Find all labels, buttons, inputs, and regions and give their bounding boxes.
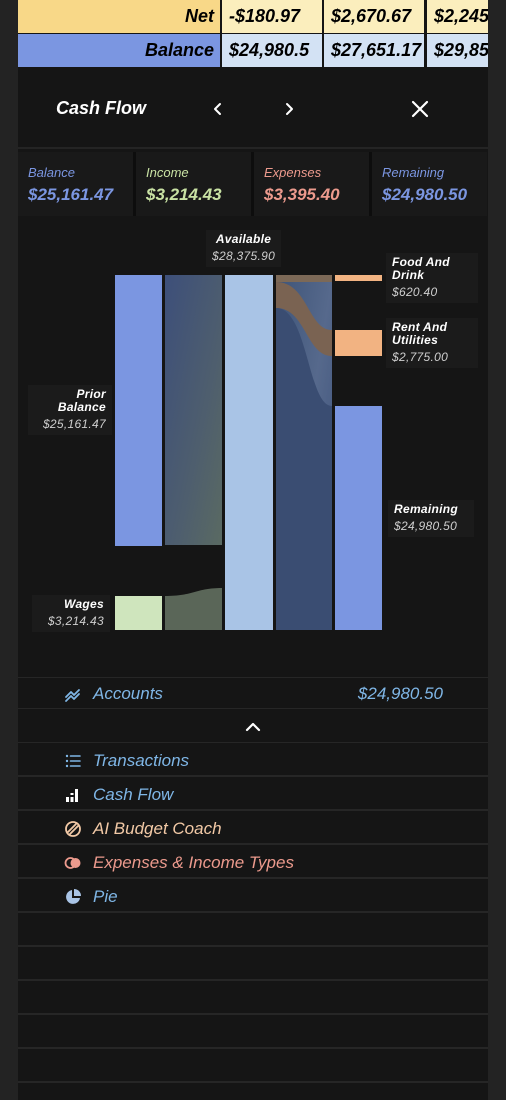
balance-value-1: $24,980.5 [222,34,322,67]
wages-node [115,596,162,630]
wages-name: Wages [64,597,104,611]
types-icon [64,857,81,869]
menu-item-label: AI Budget Coach [93,819,222,838]
menu-item-label: Transactions [93,751,190,770]
prior-balance-name: Prior Balance [57,387,106,414]
accounts-label: Accounts [93,684,163,703]
food-amount: $620.40 [392,285,438,299]
empty-row [18,1017,488,1049]
prior-balance-flow [165,275,222,545]
prior-balance-node [115,275,162,546]
menu-item-transactions[interactable]: Transactions [18,745,488,777]
remaining-summary: Remaining $24,980.50 [372,152,487,216]
income-summary: Income $3,214.43 [136,152,251,216]
rent-node [335,330,382,356]
rent-name: Rent And Utilities [392,320,448,347]
chevron-right-icon [286,103,293,115]
coach-icon [65,821,81,837]
remaining-summary-label: Remaining [382,165,445,180]
menu-item-expenses-income-types[interactable]: Expenses & Income Types [18,847,488,879]
accounts-value: $24,980.50 [357,684,443,703]
income-summary-label: Income [146,165,189,180]
empty-row [18,1085,488,1100]
empty-row [18,949,488,981]
close-button[interactable] [404,93,436,125]
net-value-3: $2,245 [427,0,488,33]
food-name: Food And Drink [392,255,450,282]
remaining-name: Remaining [394,502,459,516]
balance-summary-label: Balance [28,165,75,180]
available-label: Available $28,375.90 [206,230,282,267]
summary-row: Balance $25,161.47 Income $3,214.43 Expe… [18,152,488,216]
available-amount: $28,375.90 [212,249,276,263]
remaining-summary-value: $24,980.50 [382,185,468,204]
rent-label: Rent And Utilities $2,775.00 [386,318,478,368]
empty-row [18,915,488,947]
empty-row [18,1051,488,1083]
menu-item-cash-flow[interactable]: Cash Flow [18,779,488,811]
remaining-node [335,406,382,630]
net-value-1: -$180.97 [222,0,322,33]
balance-summary: Balance $25,161.47 [18,152,133,216]
food-label: Food And Drink $620.40 [386,253,478,303]
wages-label: Wages $3,214.43 [32,595,110,632]
chevron-left-icon [214,103,221,115]
chevron-up-icon [245,722,261,732]
cash-flow-icon [66,789,78,802]
prior-balance-label: Prior Balance $25,161.47 [28,385,112,435]
close-icon [411,100,429,118]
empty-row [18,983,488,1015]
menu-item-label: Expenses & Income Types [93,853,294,872]
net-row: Net -$180.97 $2,670.67 $2,245 [18,0,488,33]
list-icon [65,754,81,768]
balance-row-label: Balance [18,34,220,67]
remaining-label: Remaining $24,980.50 [388,500,474,537]
expenses-summary-value: $3,395.40 [264,185,340,204]
remaining-amount: $24,980.50 [394,519,458,533]
trend-icon [65,689,80,702]
balance-row: Balance $24,980.5 $27,651.17 $29,85 [18,34,488,67]
app-screen: Net -$180.97 $2,670.67 $2,245 Balance $2… [18,0,488,1100]
cash-flow-sankey: Available $28,375.90 Food And Drink $620… [18,220,488,672]
expenses-summary-label: Expenses [264,165,322,180]
available-node [225,275,273,630]
food-flow [276,275,332,282]
prior-balance-amount: $25,161.47 [42,417,106,431]
rent-amount: $2,775.00 [392,350,449,364]
page-title: Cash Flow [56,98,147,118]
collapse-menu-button[interactable] [18,711,488,743]
pie-icon [66,889,81,904]
balance-value-2: $27,651.17 [324,34,424,67]
menu-item-label: Pie [93,887,118,906]
wages-amount: $3,214.43 [47,614,104,628]
next-period-button[interactable] [273,93,305,125]
menu-item-pie[interactable]: Pie [18,881,488,913]
net-value-2: $2,670.67 [324,0,424,33]
cash-flow-header: Cash Flow [18,69,488,149]
income-summary-value: $3,214.43 [146,185,222,204]
menu-item-label: Cash Flow [93,785,174,804]
expenses-summary: Expenses $3,395.40 [254,152,369,216]
net-row-label: Net [18,0,220,33]
balance-value-3: $29,85 [427,34,488,67]
menu-item-ai-budget-coach[interactable]: AI Budget Coach [18,813,488,845]
accounts-row[interactable]: Accounts $24,980.50 [18,677,488,709]
balance-summary-value: $25,161.47 [28,185,114,204]
food-node [335,275,382,281]
previous-period-button[interactable] [202,93,234,125]
available-name: Available [215,232,272,246]
